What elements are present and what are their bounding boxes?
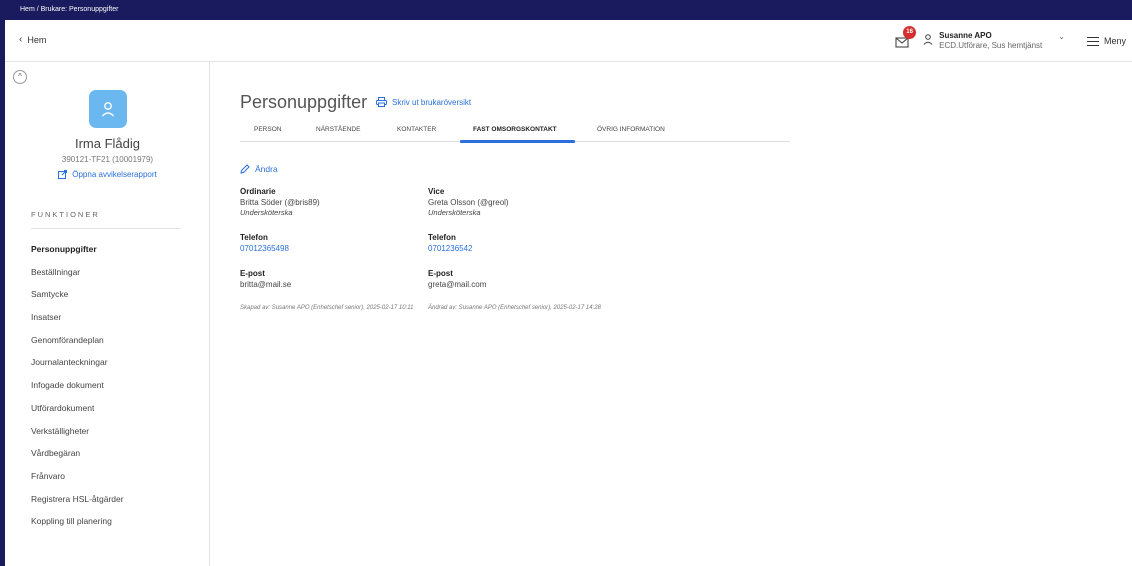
back-button[interactable]: ‹ Hem (19, 34, 46, 45)
ordinarie-name: Britta Söder (@bris89) (240, 198, 320, 207)
sidebar-item-registrera-hsl[interactable]: Registrera HSL-åtgärder (31, 488, 124, 511)
open-deviation-report-link[interactable]: Öppna avvikelserapport (5, 170, 210, 179)
vice-meta: Ändrad av: Susanne APO (Enhetschef senio… (428, 305, 601, 311)
ordinarie-phone-label: Telefon (240, 233, 268, 242)
ordinarie-meta: Skapad av: Susanne APO (Enhetschef senio… (240, 305, 414, 311)
sidebar-item-vardbegaran[interactable]: Vårdbegäran (31, 442, 124, 465)
tab-ovrig-information[interactable]: ÖVRIG INFORMATION (597, 126, 665, 133)
breadcrumb: Hem / Brukare: Personuppgifter (0, 0, 1132, 20)
divider (31, 228, 181, 229)
menu-label: Meny (1103, 36, 1126, 46)
user-name: Susanne APO (939, 31, 992, 40)
ordinarie-contact: Ordinarie Britta Söder (@bris89) Undersk… (240, 186, 420, 312)
ordinarie-email: britta@mail.se (240, 280, 292, 289)
edit-label: Ändra (255, 164, 278, 174)
ordinarie-email-label: E-post (240, 269, 265, 278)
user-info: Susanne APO ECD.Utförare, Sus hemtjänst (939, 31, 1042, 51)
sidebar-item-koppling-planering[interactable]: Koppling till planering (31, 510, 124, 533)
sidebar-item-verkstalligheter[interactable]: Verkställigheter (31, 420, 124, 443)
tab-person[interactable]: PERSON (254, 126, 281, 133)
print-overview-link[interactable]: Skriv ut brukaröversikt (376, 97, 471, 107)
sidebar-item-journalanteckningar[interactable]: Journalanteckningar (31, 351, 124, 374)
person-id: 390121-TF21 (10001979) (61, 155, 154, 164)
edit-button[interactable]: Ändra (240, 164, 278, 174)
vice-contact: Vice Greta Olsson (@greol) Underskötersk… (428, 186, 608, 312)
tab-narstaende[interactable]: NÄRSTÅENDE (316, 126, 360, 133)
sidebar-item-insatser[interactable]: Insatser (31, 306, 124, 329)
vice-email: greta@mail.com (428, 280, 487, 289)
vice-phone-link[interactable]: 0701236542 (428, 243, 608, 254)
user-role: ECD.Utförare, Sus hemtjänst (939, 41, 1043, 50)
vice-title: Undersköterska (428, 208, 481, 217)
top-right-controls: 16 Susanne APO ECD.Utförare, Sus hemtjän… (895, 20, 1132, 62)
vice-name: Greta Olsson (@greol) (428, 198, 509, 207)
sidebar-item-infogade-dokument[interactable]: Infogade dokument (31, 374, 124, 397)
ordinarie-title: Undersköterska (240, 208, 293, 217)
chevron-left-icon: ‹ (19, 34, 23, 45)
tab-kontakter[interactable]: KONTAKTER (397, 126, 436, 133)
chevron-down-icon: ⌄ (1058, 31, 1065, 41)
mail-button[interactable]: 16 (895, 26, 917, 48)
page-title: Personuppgifter (240, 92, 368, 112)
vice-email-label: E-post (428, 269, 453, 278)
mail-count-badge: 16 (903, 26, 917, 39)
vice-phone-label: Telefon (428, 233, 456, 242)
external-link-icon (58, 170, 68, 179)
ordinarie-phone-link[interactable]: 07012365498 (240, 243, 420, 254)
back-label: Hem (27, 34, 47, 45)
report-link-label: Öppna avvikelserapport (72, 170, 157, 179)
user-icon (923, 32, 933, 50)
collapse-button[interactable]: ^ (13, 70, 27, 84)
person-name: Irma Flådig (74, 136, 141, 151)
sidebar-item-bestallningar[interactable]: Beställningar (31, 261, 124, 284)
avatar (89, 90, 127, 128)
printer-icon (376, 97, 387, 107)
sidebar-item-utforardokument[interactable]: Utförardokument (31, 397, 124, 420)
sidebar-item-samtycke[interactable]: Samtycke (31, 283, 124, 306)
sidebar: ^ Irma Flådig 390121-TF21 (10001979) Öpp… (5, 62, 210, 566)
vice-label: Vice (428, 187, 445, 196)
ordinarie-label: Ordinarie (240, 187, 276, 196)
hamburger-icon (1086, 36, 1099, 46)
sidebar-item-genomforandeplan[interactable]: Genomförandeplan (31, 329, 124, 352)
user-menu[interactable]: Susanne APO ECD.Utförare, Sus hemtjänst … (923, 31, 1065, 51)
menu-button[interactable]: Meny (1086, 36, 1126, 46)
pencil-icon (240, 164, 250, 174)
section-title: FUNKTIONER (31, 210, 100, 219)
sidebar-item-personuppgifter[interactable]: Personuppgifter (31, 238, 124, 261)
sidebar-nav: Personuppgifter Beställningar Samtycke I… (31, 238, 124, 533)
sidebar-item-franvaro[interactable]: Frånvaro (31, 465, 124, 488)
person-icon (101, 102, 115, 117)
top-bar: ‹ Hem 16 Susanne APO ECD.Utförare, Sus h… (5, 20, 1132, 62)
tab-bar: PERSON NÄRSTÅENDE KONTAKTER FAST OMSORGS… (240, 122, 790, 143)
active-tab-indicator (460, 140, 575, 143)
tab-fast-omsorgskontakt[interactable]: FAST OMSORGSKONTAKT (473, 126, 557, 133)
print-link-label: Skriv ut brukaröversikt (392, 97, 472, 107)
chevron-up-icon: ^ (18, 72, 22, 81)
